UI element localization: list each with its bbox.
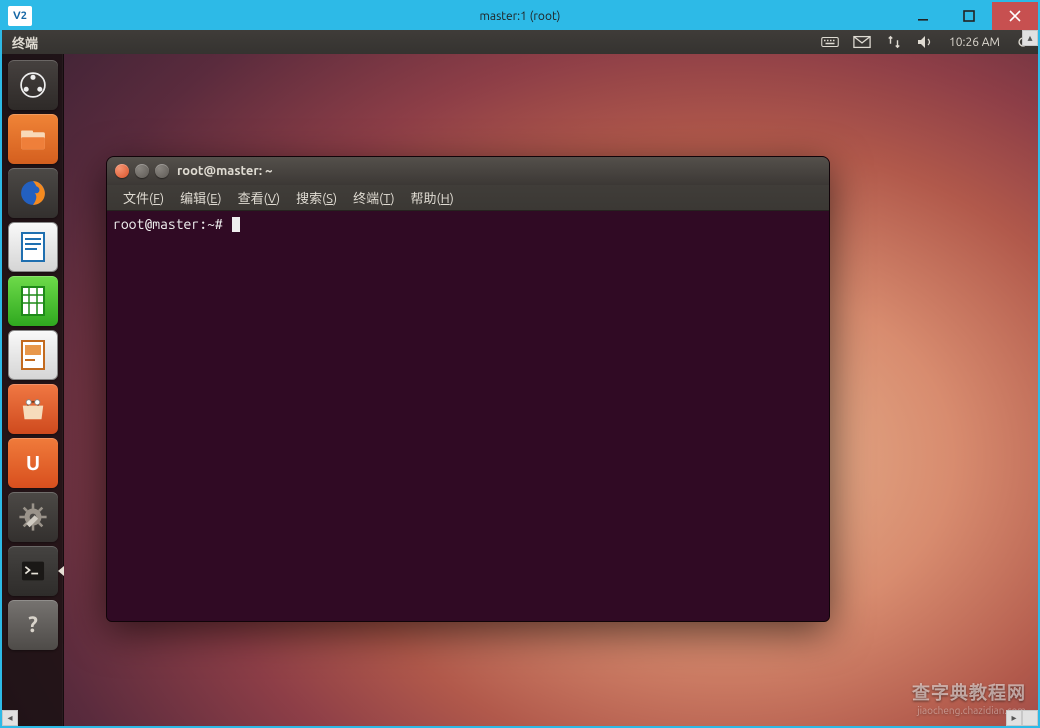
scrollbar-left-button[interactable]: ◂ <box>2 710 18 726</box>
terminal-close-button[interactable] <box>115 164 129 178</box>
panel-indicators: 10:26 AM <box>821 35 1032 49</box>
scrollbar-right-button[interactable]: ▸ <box>1006 710 1022 726</box>
launcher-firefox[interactable] <box>8 168 58 218</box>
svg-text:U: U <box>25 451 39 474</box>
ubuntu-top-panel[interactable]: 终端 10:26 AM <box>2 30 1038 54</box>
vnc-logo-icon: V2 <box>8 6 32 26</box>
vnc-window-controls <box>900 2 1038 30</box>
terminal-menubar: 文件(F) 编辑(E) 查看(V) 搜索(S) 终端(T) 帮助(H) <box>107 185 829 211</box>
menu-terminal[interactable]: 终端(T) <box>345 186 402 209</box>
terminal-window-controls <box>115 164 169 178</box>
launcher-active-indicator-icon <box>58 566 64 576</box>
panel-active-app: 终端 <box>12 33 38 52</box>
menu-view[interactable]: 查看(V) <box>230 186 288 209</box>
vnc-titlebar[interactable]: V2 master:1 (root) <box>2 2 1038 30</box>
launcher-system-settings[interactable] <box>8 492 58 542</box>
launcher-files[interactable] <box>8 114 58 164</box>
launcher-impress[interactable] <box>8 330 58 380</box>
terminal-prompt: root@master:~# <box>113 216 231 232</box>
network-icon[interactable] <box>885 35 903 49</box>
keyboard-icon[interactable] <box>821 35 839 49</box>
desktop-area: U ? <box>2 54 1038 726</box>
launcher-terminal[interactable] <box>8 546 58 596</box>
terminal-window[interactable]: root@master: ~ 文件(F) 编辑(E) 查看(V) 搜索(S) 终… <box>106 156 830 622</box>
launcher-calc[interactable] <box>8 276 58 326</box>
scrollbar-up-button[interactable]: ▴ <box>1022 30 1038 46</box>
menu-edit[interactable]: 编辑(E) <box>172 186 230 209</box>
menu-help[interactable]: 帮助(H) <box>403 186 462 209</box>
vnc-viewport: 终端 10:26 AM <box>2 30 1038 726</box>
ubuntu-desktop: 终端 10:26 AM <box>2 30 1038 726</box>
minimize-button[interactable] <box>900 2 946 30</box>
sound-icon[interactable] <box>917 35 935 49</box>
launcher-help[interactable]: ? <box>8 600 58 650</box>
launcher-writer[interactable] <box>8 222 58 272</box>
launcher-ubuntu-one[interactable]: U <box>8 438 58 488</box>
close-button[interactable] <box>992 2 1038 30</box>
scrollbar-corner <box>1022 710 1038 726</box>
cursor-icon <box>232 217 240 232</box>
vnc-window: V2 master:1 (root) 终端 10:26 AM <box>0 0 1040 728</box>
vnc-title: master:1 (root) <box>480 10 561 23</box>
terminal-window-title: root@master: ~ <box>177 164 273 178</box>
mail-icon[interactable] <box>853 35 871 49</box>
clock[interactable]: 10:26 AM <box>949 36 1000 49</box>
svg-text:?: ? <box>28 612 38 637</box>
terminal-minimize-button[interactable] <box>135 164 149 178</box>
launcher-dash-home[interactable] <box>8 60 58 110</box>
launcher-software-center[interactable] <box>8 384 58 434</box>
terminal-titlebar[interactable]: root@master: ~ <box>107 157 829 185</box>
unity-launcher: U ? <box>2 54 64 726</box>
menu-search[interactable]: 搜索(S) <box>288 186 345 209</box>
terminal-body[interactable]: root@master:~# <box>107 211 829 621</box>
watermark-line1: 查字典教程网 <box>912 679 1026 705</box>
terminal-maximize-button[interactable] <box>155 164 169 178</box>
terminal-prompt-line: root@master:~# <box>113 215 823 233</box>
maximize-button[interactable] <box>946 2 992 30</box>
menu-file[interactable]: 文件(F) <box>115 186 172 209</box>
